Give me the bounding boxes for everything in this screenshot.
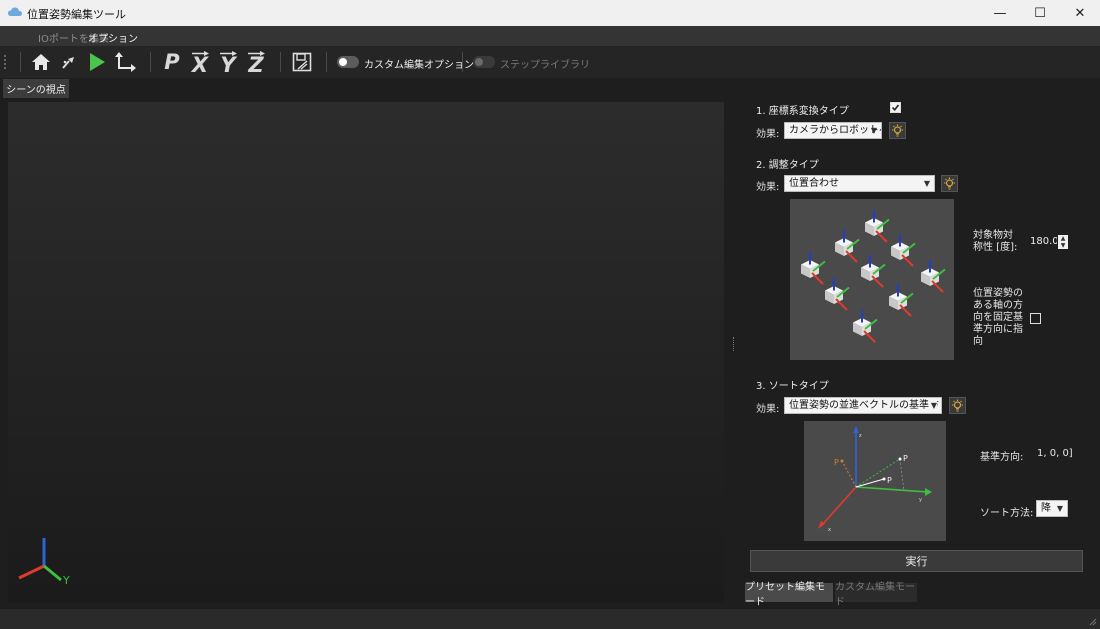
alignment-illustration — [790, 199, 954, 360]
svg-text:P: P — [903, 454, 908, 463]
section3-effect-select[interactable]: 位置姿勢の並進ベクトルの基準方 ▼ — [784, 397, 942, 414]
cube-item — [853, 310, 878, 343]
settings-panel: 1. 座標系変換タイプ 効果: カメラからロボットへ ▼ 2. 調整タイプ 効果:… — [740, 96, 1100, 606]
step-library-toggle[interactable] — [473, 56, 495, 68]
lightbulb-icon[interactable] — [941, 175, 958, 192]
axis-x-button[interactable]: X — [187, 46, 213, 78]
cube-item — [891, 234, 916, 267]
panel-splitter[interactable] — [733, 337, 735, 351]
chevron-down-icon: ▼ — [870, 126, 877, 135]
section1-effect-label: 効果: — [756, 129, 780, 140]
section1-checkbox[interactable] — [890, 102, 901, 113]
axis-z-button[interactable]: Z — [243, 46, 269, 78]
pointing-label-line: 位置姿勢の — [973, 288, 1023, 299]
maximize-button[interactable]: ☐ — [1020, 0, 1060, 26]
svg-text:y: y — [919, 497, 922, 503]
pointing-label-line: ある軸の方 — [973, 300, 1023, 311]
pointing-label-line: 準方向に指 — [973, 324, 1023, 335]
cube-item — [889, 284, 914, 317]
ref-dir-value: 1, 0, 0] — [1037, 448, 1073, 459]
section3-effect-value: 位置姿勢の並進ベクトルの基準方 — [789, 400, 939, 411]
pointing-label-line: 向 — [973, 336, 983, 347]
axis-z-label: Z — [248, 52, 264, 77]
toolbar: P X Y Z カスタム編集オプション ステップライブラリ — [0, 46, 1100, 78]
sort-vector-diagram: P P P z y x — [818, 426, 932, 533]
svg-text:z: z — [859, 433, 862, 439]
chevron-down-icon: ▼ — [1056, 504, 1063, 513]
section1-effect-select[interactable]: カメラからロボットへ ▼ — [784, 122, 882, 139]
cube-grid-image — [801, 210, 946, 343]
pointing-checkbox[interactable] — [1030, 313, 1041, 324]
pointing-label-line: 向を固定基 — [973, 312, 1023, 323]
axes-icon[interactable] — [113, 46, 137, 78]
cube-item — [865, 210, 890, 243]
cube-item — [861, 255, 886, 288]
axis-x-label: X — [191, 52, 209, 77]
tab-preset-edit-mode[interactable]: プリセット編集モード — [745, 582, 833, 608]
symmetry-label-line: 称性 [度]: — [973, 242, 1018, 253]
status-bar — [0, 609, 1100, 629]
section2-title: 2. 調整タイプ — [756, 160, 819, 171]
window-title: 位置姿勢編集ツール — [27, 8, 126, 21]
sort-illustration: P P P z y x — [804, 421, 946, 541]
cube-item — [835, 230, 860, 263]
menu-options[interactable]: オプション — [88, 30, 138, 45]
axis-y-button[interactable]: Y — [215, 46, 241, 78]
play-icon[interactable] — [86, 46, 108, 78]
symmetry-spinbox[interactable]: 180.0 ▲ ▼ — [1030, 234, 1070, 250]
tool-pointer-icon[interactable] — [58, 46, 80, 78]
chevron-down-icon: ▼ — [928, 398, 937, 413]
pointing-label: 位置姿勢の ある軸の方 向を固定基 準方向に指 向 — [973, 288, 1023, 348]
section1-effect-value: カメラからロボットへ — [789, 125, 882, 136]
home-icon[interactable] — [30, 46, 52, 78]
symmetry-label: 対象物対 称性 [度]: — [973, 230, 1017, 254]
symmetry-value: 180.0 — [1030, 236, 1057, 247]
toolbar-grip[interactable] — [3, 46, 9, 78]
section3-effect-label: 効果: — [756, 404, 780, 415]
pose-p-button[interactable]: P — [160, 46, 184, 78]
axis-y-label: Y — [220, 52, 236, 77]
svg-text:P: P — [834, 458, 839, 467]
section2-effect-value: 位置合わせ — [789, 178, 839, 189]
menu-bar: IOポートを編集 オプション — [0, 26, 1100, 46]
title-bar: 位置姿勢編集ツール — ☐ ✕ — [0, 0, 1100, 26]
sort-method-value: 降 — [1041, 503, 1051, 514]
custom-edit-toggle[interactable] — [337, 56, 359, 68]
section2-effect-select[interactable]: 位置合わせ ▼ — [784, 175, 935, 192]
minimize-button[interactable]: — — [980, 0, 1020, 26]
resize-grip-icon[interactable] — [1089, 618, 1097, 626]
section2-effect-label: 効果: — [756, 182, 780, 193]
chevron-down-icon: ▼ — [923, 179, 930, 188]
lightbulb-icon[interactable] — [949, 397, 966, 414]
custom-edit-label: カスタム編集オプション — [364, 60, 474, 71]
step-library-label: ステップライブラリ — [500, 60, 590, 71]
symmetry-label-line: 対象物対 — [973, 230, 1013, 241]
scene-view-tab[interactable]: シーンの視点 — [3, 79, 69, 98]
svg-text:x: x — [828, 527, 831, 533]
lightbulb-icon[interactable] — [889, 122, 906, 139]
axis-y-gizmo-label: Y — [63, 574, 70, 587]
tab-custom-edit-mode[interactable]: カスタム編集モード — [835, 582, 917, 608]
scene-viewport[interactable]: Y — [8, 102, 724, 602]
save-icon[interactable] — [290, 46, 314, 78]
spin-arrows-icon[interactable]: ▲ ▼ — [1058, 235, 1068, 249]
sort-method-select[interactable]: 降 ▼ — [1036, 500, 1068, 517]
ref-dir-label: 基準方向: — [980, 452, 1024, 463]
close-button[interactable]: ✕ — [1060, 0, 1100, 26]
cube-item — [825, 278, 850, 311]
section3-title: 3. ソートタイプ — [756, 381, 829, 392]
svg-text:P: P — [887, 476, 892, 485]
cube-item — [801, 252, 826, 285]
sort-method-label: ソート方法: — [980, 508, 1034, 519]
run-button[interactable]: 実行 — [750, 550, 1083, 572]
cloud-icon — [8, 7, 22, 16]
cube-item — [921, 260, 946, 293]
section1-title: 1. 座標系変換タイプ — [756, 106, 849, 117]
